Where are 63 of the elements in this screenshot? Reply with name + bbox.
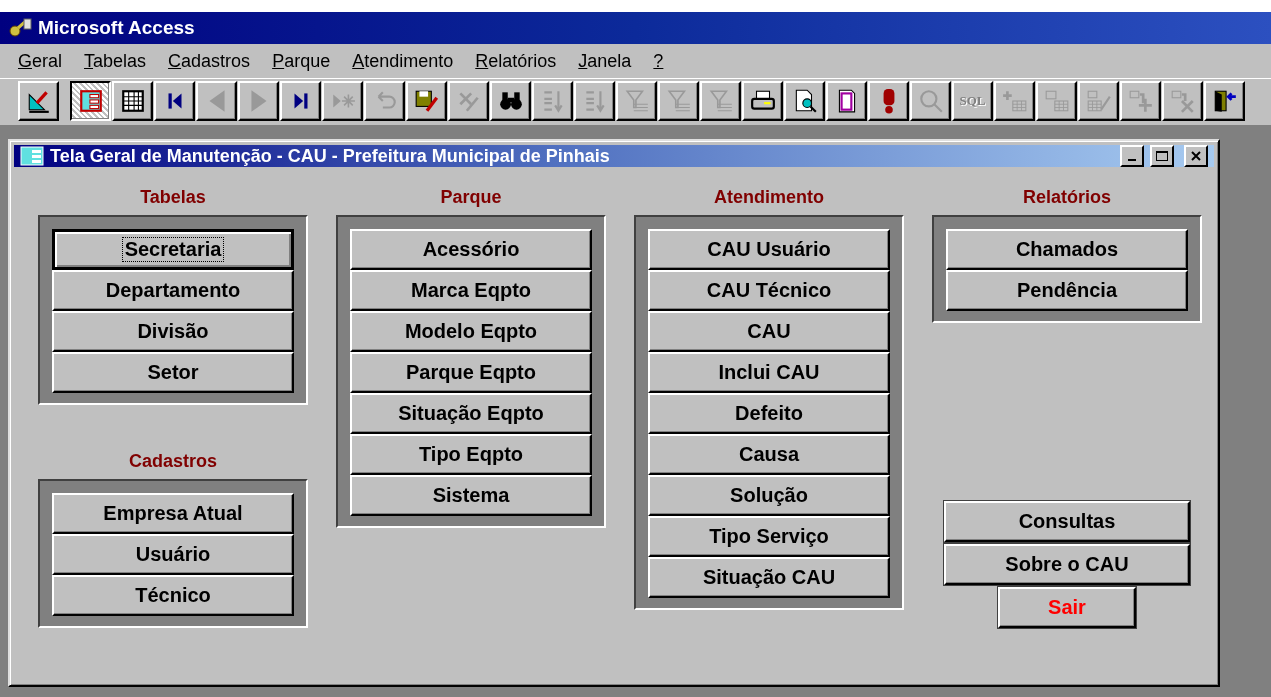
form-button[interactable]: Tipo Serviço [648,516,890,557]
form-button[interactable]: Divisão [52,311,294,352]
menu-item[interactable]: Cadastros [168,50,251,72]
form-button[interactable]: Usuário [52,534,294,575]
form-button[interactable]: Parque Eqpto [350,352,592,393]
remove-icon [1169,88,1196,114]
filter-icon [707,88,734,114]
add-icon [1127,88,1154,114]
form-button[interactable]: CAU Usuário [648,229,890,270]
maximize-icon [1155,150,1169,162]
form-button[interactable]: Situação Eqpto [350,393,592,434]
menu-item[interactable]: Geral [18,50,63,72]
form-button[interactable]: Solução [648,475,890,516]
window-title: Microsoft Access [38,17,195,39]
magnifier-icon [917,88,944,114]
form-button[interactable]: Inclui CAU [648,352,890,393]
table-icon [1043,88,1070,114]
menu-item[interactable]: Janela [578,50,632,72]
floppy-pencil-icon [413,88,440,114]
section-heading: Parque [439,187,503,209]
section-heading: Relatórios [1022,187,1112,209]
key-icon [8,17,32,39]
form-button[interactable]: Sobre o CAU [944,544,1190,585]
form-button[interactable]: Departamento [52,270,294,311]
close-icon [1190,150,1202,162]
edit-table-icon [1085,88,1112,114]
form-button[interactable]: Defeito [648,393,890,434]
form-button[interactable]: Consultas [944,501,1190,542]
form-button[interactable]: Setor [52,352,294,393]
grid-icon [119,88,146,114]
menu-item[interactable]: Atendimento [352,50,454,72]
form-button[interactable]: CAU [648,311,890,352]
form-icon [77,88,104,114]
toolbar-button[interactable] [70,81,111,121]
filter-icon [623,88,650,114]
menu-item[interactable]: Parque [272,50,331,72]
add-table-icon [1001,88,1028,114]
form-title: Tela Geral de Manutenção - CAU - Prefeitura Municipal de Pinhais [50,145,611,167]
form-button[interactable]: Sistema [350,475,592,516]
form-button[interactable]: Situação CAU [648,557,890,598]
form-icon [20,146,44,166]
form-button[interactable]: Empresa Atual [52,493,294,534]
minimize-icon [1128,159,1136,161]
form-button[interactable]: Chamados [946,229,1188,270]
form-button[interactable]: Acessório [350,229,592,270]
form-button[interactable]: Causa [648,434,890,475]
menu-item[interactable]: Relatórios [475,50,557,72]
form-button[interactable]: Secretaria [52,229,294,270]
menu-item[interactable]: ? [653,50,664,72]
close-button[interactable] [1184,145,1208,167]
form-button[interactable]: Pendência [946,270,1188,311]
form-button[interactable]: CAU Técnico [648,270,890,311]
form-button[interactable]: Marca Eqpto [350,270,592,311]
form-button[interactable]: Tipo Eqpto [350,434,592,475]
minimize-button[interactable] [1120,145,1144,167]
section-heading: Atendimento [713,187,825,209]
filter-icon [665,88,692,114]
maximize-button[interactable] [1150,145,1174,167]
form-button[interactable]: Modelo Eqpto [350,311,592,352]
section-heading: Tabelas [139,187,207,209]
section-heading: Cadastros [128,451,218,473]
form-button[interactable]: Técnico [52,575,294,616]
menu-item[interactable]: Tabelas [84,50,147,72]
